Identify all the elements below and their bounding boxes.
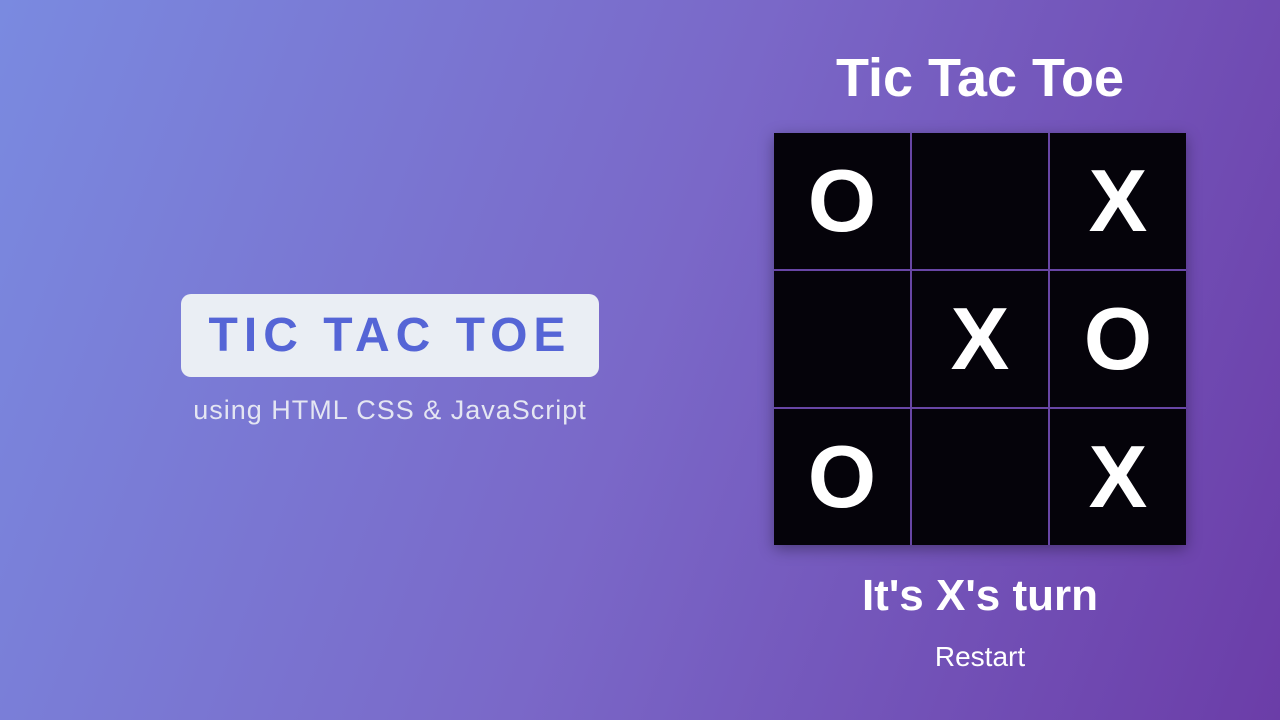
title-badge: TIC TAC TOE xyxy=(181,294,600,377)
board-cell-3[interactable] xyxy=(774,271,910,407)
board-cell-1[interactable] xyxy=(912,133,1048,269)
board-cell-0[interactable]: O xyxy=(774,133,910,269)
title-badge-text: TIC TAC TOE xyxy=(209,308,572,363)
turn-status: It's X's turn xyxy=(862,571,1098,621)
board-cell-8[interactable]: X xyxy=(1050,409,1186,545)
restart-button[interactable]: Restart xyxy=(935,641,1025,673)
board-cell-6[interactable]: O xyxy=(774,409,910,545)
game-panel: Tic Tac Toe O X X O O X It's X's turn Re… xyxy=(720,47,1280,673)
board-cell-7[interactable] xyxy=(912,409,1048,545)
game-title: Tic Tac Toe xyxy=(836,47,1124,109)
board-cell-4[interactable]: X xyxy=(912,271,1048,407)
board-cell-5[interactable]: O xyxy=(1050,271,1186,407)
board-cell-2[interactable]: X xyxy=(1050,133,1186,269)
subtitle-text: using HTML CSS & JavaScript xyxy=(193,395,587,426)
promo-panel: TIC TAC TOE using HTML CSS & JavaScript xyxy=(0,294,720,426)
game-board: O X X O O X xyxy=(774,133,1186,545)
